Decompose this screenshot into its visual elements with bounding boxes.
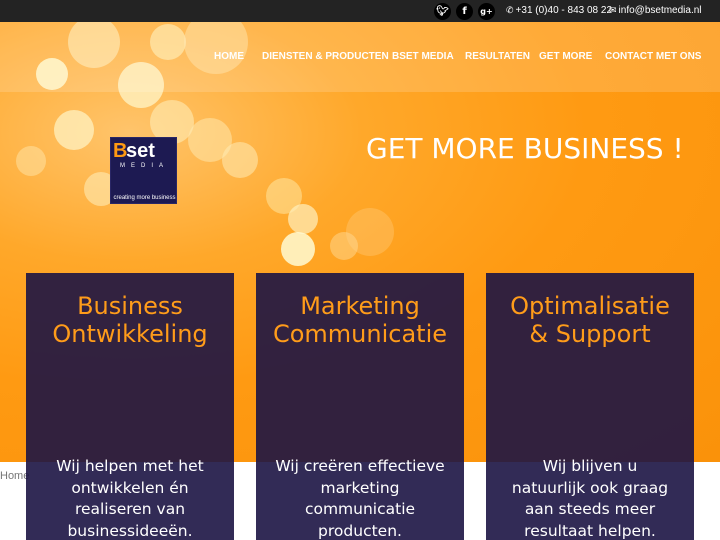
card-title: Marketing Communicatie	[256, 292, 464, 348]
breadcrumb-home[interactable]: Home	[0, 470, 29, 482]
email-contact[interactable]: ✉ info@bsetmedia.nl	[609, 5, 702, 17]
card-title: Business Ontwikkeling	[26, 292, 234, 348]
card-title-line: Optimalisatie	[510, 292, 670, 320]
card-body-line: realiseren van	[74, 500, 186, 518]
bokeh-light	[281, 232, 315, 266]
card-body-line: communicatie	[304, 500, 416, 518]
bset-media-logo[interactable]: B set MEDIA creating more business	[110, 137, 177, 204]
card-body-line: resultaat helpen.	[524, 521, 656, 540]
envelope-icon: ✉	[609, 6, 617, 16]
card-body: Wij blijven u natuurlijk ook graag aan s…	[500, 456, 680, 540]
card-title-line: Ontwikkeling	[52, 320, 208, 348]
bokeh-light	[16, 146, 46, 176]
card-body: Wij helpen met het ontwikkelen én realis…	[40, 456, 220, 540]
hero-headline: GET MORE BUSINESS !	[366, 132, 684, 165]
nav-diensten-producten[interactable]: DIENSTEN & PRODUCTEN	[262, 51, 389, 65]
service-card-optimalisatie[interactable]: Optimalisatie & Support Wij blijven u na…	[486, 273, 694, 540]
nav-get-more[interactable]: GET MORE	[539, 51, 592, 65]
card-body-line: ontwikkelen én	[71, 478, 189, 497]
card-title-line: Marketing	[300, 292, 420, 320]
phone-number[interactable]: +31 (0)40 - 843 08 22	[516, 5, 612, 16]
bokeh-light	[288, 204, 318, 234]
card-body-line: natuurlijk ook graag	[511, 478, 669, 497]
bokeh-light	[346, 208, 394, 256]
phone-icon: ✆	[506, 6, 514, 16]
email-address[interactable]: info@bsetmedia.nl	[619, 5, 702, 16]
bokeh-light	[222, 142, 258, 178]
service-card-marketing[interactable]: Marketing Communicatie Wij creëren effec…	[256, 273, 464, 540]
top-bar: 🐦︎ f g+ ✆ +31 (0)40 - 843 08 22 ✉ info@bse…	[0, 0, 720, 22]
card-body-line: aan steeds meer	[524, 500, 656, 518]
card-title-line: Business	[77, 292, 183, 320]
logo-word-set: set	[126, 140, 155, 162]
card-title: Optimalisatie & Support	[486, 292, 694, 348]
nav-home[interactable]: HOME	[214, 51, 244, 65]
card-body-line: producten.	[318, 521, 402, 540]
card-body: Wij creëren effectieve marketing communi…	[270, 456, 450, 540]
facebook-icon[interactable]: f	[456, 3, 473, 20]
service-card-business[interactable]: Business Ontwikkeling Wij helpen met het…	[26, 273, 234, 540]
bokeh-light	[54, 110, 94, 150]
nav-contact-met-ons[interactable]: CONTACT MET ONS	[605, 51, 701, 65]
card-body-line: businessideeën.	[67, 521, 193, 540]
nav-bset-media[interactable]: BSET MEDIA	[392, 51, 454, 65]
phone-contact[interactable]: ✆ +31 (0)40 - 843 08 22	[506, 5, 612, 17]
google-plus-icon[interactable]: g+	[478, 3, 495, 20]
card-body-line: Wij blijven u	[542, 457, 638, 475]
card-body-line: Wij helpen met het	[56, 457, 204, 475]
card-title-line: Communicatie	[272, 320, 448, 348]
card-body-line: marketing	[320, 478, 400, 497]
logo-tagline: creating more business	[113, 195, 176, 201]
card-title-line: & Support	[529, 320, 651, 348]
card-body-line: Wij creëren effectieve	[275, 457, 445, 475]
logo-word-media: MEDIA	[119, 163, 169, 169]
twitter-icon[interactable]: 🐦︎	[434, 3, 451, 20]
nav-resultaten[interactable]: RESULTATEN	[465, 51, 530, 65]
